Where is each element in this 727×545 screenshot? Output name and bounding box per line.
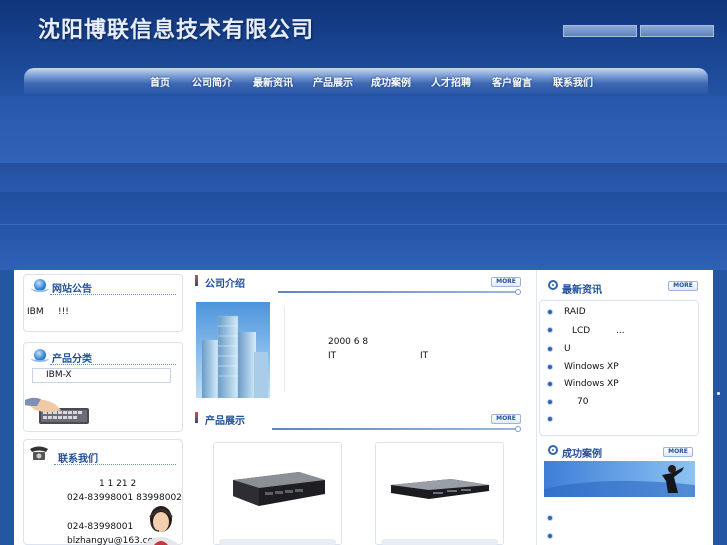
globe-icon [31, 279, 49, 292]
main-content: 网站公告 IBM !!! 产品分类 IBM-X 联系我们 1 1 21 2 02… [14, 270, 713, 545]
company-logo: 沈阳博联信息技术有限公司 [38, 17, 315, 43]
notice-title: 网站公告 [52, 284, 92, 295]
category-item-ibm-x[interactable]: IBM-X [46, 370, 72, 380]
nav-news[interactable]: 最新资讯 [253, 74, 293, 89]
header-search-box[interactable] [563, 25, 637, 37]
about-title: 公司介绍 [205, 279, 245, 290]
nav-jobs[interactable]: 人才招聘 [431, 74, 471, 89]
divider [50, 294, 176, 295]
divider [284, 306, 285, 392]
cases-bullet [548, 534, 552, 538]
news-bullet [548, 417, 552, 421]
news-item[interactable]: RAID [564, 307, 586, 317]
news-title: 最新资讯 [562, 285, 602, 296]
globe-icon [31, 349, 49, 362]
phone-icon [30, 446, 48, 460]
header-band [0, 162, 727, 192]
target-icon [548, 445, 558, 455]
news-bullet [548, 400, 552, 404]
news-bullet [548, 328, 552, 332]
keyboard-image [25, 397, 89, 424]
about-founded: 2000 6 8 [328, 337, 369, 347]
column-divider [536, 270, 537, 545]
notice-text[interactable]: IBM [27, 307, 44, 317]
notice-panel [23, 274, 183, 332]
notice-text: !!! [58, 307, 69, 317]
server-image [391, 479, 489, 499]
about-more-button[interactable]: MORE [491, 277, 521, 287]
header-band [0, 224, 727, 270]
section-bar-icon [195, 275, 198, 286]
news-more-button[interactable]: MORE [668, 281, 698, 291]
about-text: IT [420, 351, 429, 361]
contact-title: 联系我们 [58, 454, 98, 465]
nav-guestbook[interactable]: 客户留言 [492, 74, 532, 89]
products-more-button[interactable]: MORE [491, 414, 521, 424]
news-item[interactable]: U [564, 344, 571, 354]
target-icon [548, 280, 558, 290]
section-bar-icon [195, 412, 198, 423]
news-item[interactable]: Windows XP [564, 379, 619, 389]
cases-bullet [548, 516, 552, 520]
news-item[interactable]: Windows XP [564, 362, 619, 372]
nav-cases[interactable]: 成功案例 [371, 74, 411, 89]
section-divider-knob [515, 426, 521, 432]
news-bullet [548, 382, 552, 386]
nav-home[interactable]: 首页 [150, 74, 170, 89]
headset-person-image [143, 506, 179, 545]
cases-title: 成功案例 [562, 449, 602, 460]
nav-contact[interactable]: 联系我们 [553, 74, 593, 89]
news-item[interactable]: LCD [572, 326, 590, 336]
nav-products[interactable]: 产品展示 [313, 74, 353, 89]
building-image [196, 302, 270, 398]
news-bullet [548, 365, 552, 369]
products-title: 产品展示 [205, 416, 245, 427]
section-divider [272, 428, 518, 430]
page-header: 沈阳博联信息技术有限公司 首页 公司简介 最新资讯 产品展示 成功案例 人才招聘… [0, 0, 727, 270]
cases-more-button[interactable]: MORE [663, 447, 693, 457]
product-caption-bar [381, 539, 498, 545]
divider [50, 364, 176, 365]
decorative-dot [717, 392, 720, 395]
contact-fax: 024-83998001 [67, 522, 134, 532]
section-divider-knob [515, 289, 521, 295]
news-bullet [548, 310, 552, 314]
contact-phone: 024-83998001 83998002 [67, 493, 182, 503]
news-bullet [548, 347, 552, 351]
header-band [0, 96, 727, 162]
category-title: 产品分类 [52, 354, 92, 365]
cases-banner-image [544, 461, 695, 497]
section-divider [278, 291, 518, 293]
news-item[interactable]: 70 [577, 397, 588, 407]
product-caption-bar [219, 539, 336, 545]
main-nav: 首页 公司简介 最新资讯 产品展示 成功案例 人才招聘 客户留言 联系我们 [24, 68, 708, 94]
news-panel [539, 300, 699, 436]
about-text: IT [328, 351, 337, 361]
news-item[interactable]: ... [616, 326, 625, 336]
header-login-box[interactable] [640, 25, 714, 37]
contact-address: 1 1 21 2 [99, 479, 137, 489]
server-image [233, 472, 325, 506]
nav-about[interactable]: 公司简介 [192, 74, 232, 89]
divider [54, 464, 176, 465]
